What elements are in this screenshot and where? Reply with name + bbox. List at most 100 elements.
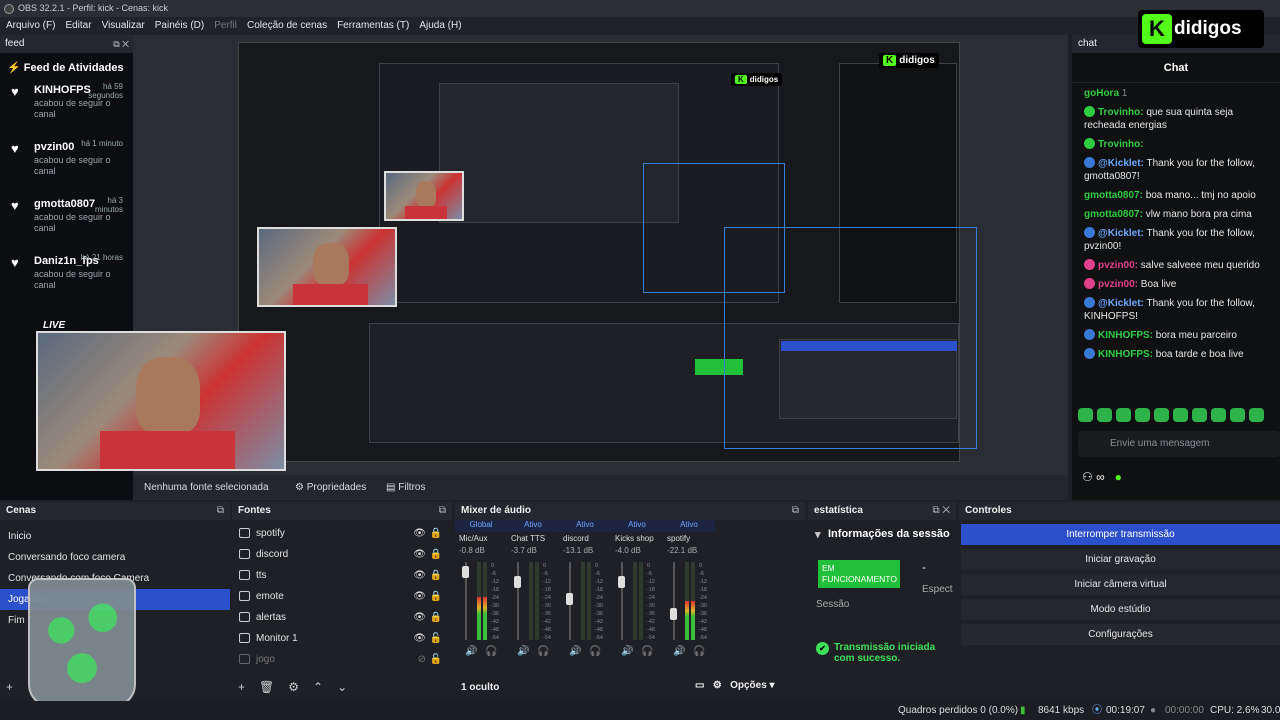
move-down-button[interactable]: ⌄ [337, 680, 347, 694]
chat-user[interactable]: gmotta0807: [1084, 209, 1143, 220]
scene-item[interactable]: Inicio [0, 526, 230, 547]
chat-user[interactable]: Trovinho: [1098, 139, 1144, 150]
eye-icon[interactable]: 👁 [413, 628, 426, 649]
menu-profile[interactable]: Perfil [214, 17, 237, 35]
eye-icon[interactable]: 👁 [413, 607, 426, 628]
emote-icon[interactable] [1154, 408, 1169, 422]
chat-user[interactable]: @Kicklet: [1098, 158, 1144, 169]
chat-user[interactable]: gmotta0807: [1084, 190, 1143, 201]
emote-icon[interactable] [1249, 408, 1264, 422]
emote-icon[interactable] [1116, 408, 1131, 422]
emote-icon[interactable] [1097, 408, 1112, 422]
session-info-title[interactable]: Informações da sessão [808, 520, 956, 541]
speaker-icon[interactable]: 🔊 [621, 646, 633, 657]
speaker-icon[interactable]: 🔊 [465, 646, 477, 657]
menu-view[interactable]: Visualizar [102, 17, 145, 35]
source-item[interactable]: tts 👁 🔒 [232, 565, 452, 586]
source-item[interactable]: Monitor 1 👁 🔓 [232, 628, 452, 649]
eye-icon[interactable]: 👁 [413, 544, 426, 565]
emote-icon[interactable] [1211, 408, 1226, 422]
fader-knob[interactable] [462, 566, 469, 579]
source-item-hidden[interactable]: jogo ⊘ 🔓 [232, 649, 452, 670]
volume-fader[interactable] [618, 562, 625, 640]
emote-icon[interactable] [1230, 408, 1245, 422]
headphones-icon[interactable]: 🎧 [641, 646, 653, 657]
chat-user[interactable]: pvzin00: [1098, 279, 1138, 290]
remove-source-button[interactable]: 🗑 [259, 680, 274, 694]
filters-button[interactable]: ▤ Filtros [386, 475, 425, 500]
channel-name[interactable]: spotify [667, 534, 719, 543]
source-item[interactable]: spotify 👁 🔒 [232, 523, 452, 544]
menu-scene-collection[interactable]: Coleção de cenas [247, 17, 327, 35]
headphones-icon[interactable]: 🎧 [485, 646, 497, 657]
speaker-icon[interactable]: 🔊 [569, 646, 581, 657]
preview-canvas[interactable]: Kdidigos Kdidigos LIVE Nenhuma fonte sel… [36, 35, 1068, 500]
eye-icon[interactable]: 👁 [413, 523, 426, 544]
webcam-source[interactable] [36, 331, 286, 471]
mixer-tab[interactable]: Ativo [611, 520, 663, 532]
speaker-icon[interactable]: 🔊 [517, 646, 529, 657]
lock-icon[interactable]: 🔒 [430, 586, 442, 607]
speaker-icon[interactable]: 🔊 [673, 646, 685, 657]
fader-knob[interactable] [670, 608, 677, 621]
headphones-icon[interactable]: 🎧 [693, 646, 705, 657]
lock-icon[interactable]: 🔒 [430, 607, 442, 628]
volume-fader[interactable] [462, 562, 469, 640]
mixer-tab[interactable]: Ativo [663, 520, 715, 532]
mixer-tab[interactable]: Global [455, 520, 507, 532]
emote-icon[interactable] [1078, 408, 1093, 422]
volume-fader[interactable] [514, 562, 521, 640]
emote-icon[interactable] [1135, 408, 1150, 422]
chat-user[interactable]: Trovinho: [1098, 107, 1144, 118]
channel-name[interactable]: Mic/Aux [459, 534, 511, 543]
chat-user[interactable]: KINHOFPS: [1098, 349, 1153, 360]
source-item[interactable]: alertas 👁 🔒 [232, 607, 452, 628]
eye-icon[interactable]: 👁 [413, 586, 426, 607]
properties-button[interactable]: ⚙ Propriedades [295, 475, 366, 500]
chat-user[interactable]: @Kicklet: [1098, 228, 1144, 239]
menu-edit[interactable]: Editar [65, 17, 91, 35]
dock-float-icon[interactable]: ⧉ [792, 502, 799, 520]
mixer-options-button[interactable]: ▭ ⚙ Opções ▾ [695, 680, 775, 691]
dock-float-icon[interactable]: ⧉ [217, 502, 224, 520]
chat-user[interactable]: pvzin00: [1098, 260, 1138, 271]
chat-footer-icons[interactable]: ⚇ ∞ ● [1082, 470, 1122, 484]
eye-icon[interactable]: 👁 [413, 565, 426, 586]
studio-mode-button[interactable]: Modo estúdio [961, 599, 1280, 620]
emote-icon[interactable] [1192, 408, 1207, 422]
volume-fader[interactable] [670, 562, 677, 640]
unlock-icon[interactable]: 🔓 [430, 649, 442, 670]
volume-fader[interactable] [566, 562, 573, 640]
settings-button[interactable]: Configurações [961, 624, 1280, 645]
chat-user[interactable]: @Kicklet: [1098, 298, 1144, 309]
emote-icon[interactable] [1173, 408, 1188, 422]
add-source-button[interactable]: + [238, 680, 245, 694]
dock-float-icon[interactable]: ⧉ [439, 502, 446, 520]
scene-item[interactable]: Conversando foco camera [0, 547, 230, 568]
channel-name[interactable]: discord [563, 534, 615, 543]
channel-name[interactable]: Kicks shop [615, 534, 667, 543]
headphones-icon[interactable]: 🎧 [537, 646, 549, 657]
fader-knob[interactable] [514, 575, 521, 588]
start-virtual-camera-button[interactable]: Iniciar câmera virtual [961, 574, 1280, 595]
chat-message-input[interactable]: Envie uma mensagem [1078, 431, 1280, 457]
lock-icon[interactable]: 🔒 [430, 523, 442, 544]
move-up-button[interactable]: ⌃ [313, 680, 323, 694]
menu-tools[interactable]: Ferramentas (T) [337, 17, 409, 35]
lock-icon[interactable]: 🔒 [430, 544, 442, 565]
stop-streaming-button[interactable]: Interromper transmissão [961, 524, 1280, 545]
add-scene-button[interactable]: + [6, 680, 13, 694]
fader-knob[interactable] [566, 593, 573, 605]
start-recording-button[interactable]: Iniciar gravação [961, 549, 1280, 570]
source-item[interactable]: discord 👁 🔒 [232, 544, 452, 565]
mixer-tab[interactable]: Ativo [559, 520, 611, 532]
unlock-icon[interactable]: 🔓 [430, 628, 442, 649]
lock-icon[interactable]: 🔒 [430, 565, 442, 586]
menu-docks[interactable]: Painéis (D) [155, 17, 204, 35]
menu-help[interactable]: Ajuda (H) [419, 17, 461, 35]
chat-user[interactable]: KINHOFPS: [1098, 330, 1153, 341]
eye-off-icon[interactable]: ⊘ [418, 649, 426, 670]
headphones-icon[interactable]: 🎧 [589, 646, 601, 657]
menu-file[interactable]: Arquivo (F) [6, 17, 55, 35]
fader-knob[interactable] [618, 575, 625, 588]
